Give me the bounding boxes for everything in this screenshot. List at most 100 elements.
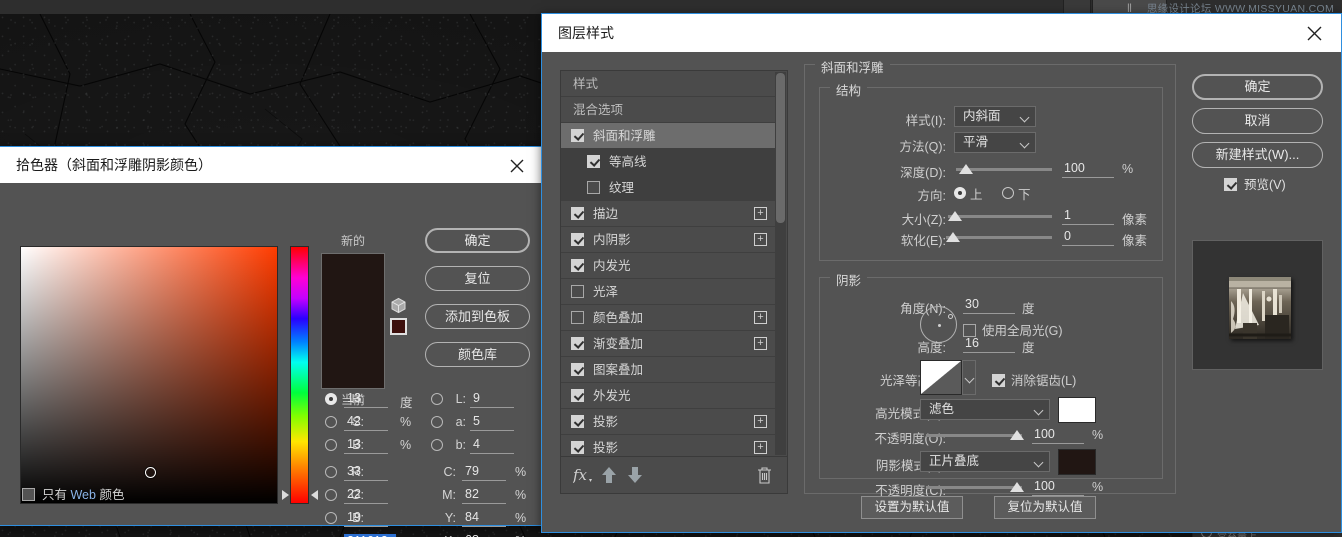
- antialias-checkbox[interactable]: 消除锯齿(L): [992, 370, 1076, 389]
- size-slider-knob[interactable]: [948, 211, 962, 221]
- fx-icon[interactable]: fx: [572, 466, 593, 489]
- shadow-mode-select[interactable]: 正片叠底: [920, 451, 1050, 472]
- close-icon[interactable]: [1295, 14, 1333, 52]
- input-hue[interactable]: 13: [344, 391, 388, 408]
- highlight-opacity-input[interactable]: 100: [1032, 427, 1084, 444]
- soften-input[interactable]: 0: [1062, 229, 1114, 246]
- radio-green[interactable]: [325, 489, 337, 501]
- input-green[interactable]: 22: [344, 487, 388, 504]
- shadow-opacity-input[interactable]: 100: [1032, 479, 1084, 496]
- effect-row[interactable]: 内发光: [561, 253, 775, 279]
- effect-row[interactable]: 斜面和浮雕: [561, 123, 775, 149]
- radio-hue[interactable]: [325, 393, 337, 405]
- size-input[interactable]: 1: [1062, 208, 1114, 225]
- input-blue[interactable]: 19: [344, 510, 388, 527]
- antialias-box[interactable]: [992, 374, 1005, 387]
- preview-box[interactable]: [1224, 178, 1237, 191]
- effect-row[interactable]: 光泽: [561, 279, 775, 305]
- direction-up-radio[interactable]: [954, 187, 966, 199]
- effect-row[interactable]: 描边 +: [561, 201, 775, 227]
- out-of-gamut-swatch[interactable]: [390, 318, 407, 335]
- ok-button[interactable]: 确定: [1192, 74, 1323, 100]
- shadow-color-swatch[interactable]: [1058, 449, 1096, 475]
- effect-checkbox[interactable]: [571, 207, 584, 220]
- reset-button[interactable]: 复位: [425, 266, 530, 291]
- shadow-opacity-track[interactable]: [926, 486, 1022, 489]
- web-colors-only-box[interactable]: [22, 488, 35, 501]
- effect-row[interactable]: 等高线: [561, 149, 775, 175]
- effect-checkbox[interactable]: [571, 259, 584, 272]
- hue-slider[interactable]: [290, 246, 309, 504]
- shadow-opacity-knob[interactable]: [1010, 482, 1024, 492]
- input-lab-l[interactable]: 9: [470, 391, 514, 408]
- add-effect-icon[interactable]: +: [754, 415, 767, 428]
- radio-red[interactable]: [325, 466, 337, 478]
- effect-row[interactable]: 渐变叠加 +: [561, 331, 775, 357]
- effect-row[interactable]: 混合选项: [561, 97, 775, 123]
- reset-default-button[interactable]: 复位为默认值: [994, 496, 1096, 519]
- input-brightness[interactable]: 13: [344, 437, 388, 454]
- size-slider-track[interactable]: [948, 215, 1052, 218]
- input-red[interactable]: 33: [344, 464, 388, 481]
- effect-checkbox[interactable]: [571, 441, 584, 454]
- hue-marker-right[interactable]: [311, 490, 318, 500]
- input-cyan[interactable]: 79: [462, 464, 506, 481]
- effect-checkbox[interactable]: [571, 285, 584, 298]
- input-lab-a[interactable]: 5: [470, 414, 514, 431]
- set-default-button[interactable]: 设置为默认值: [861, 496, 963, 519]
- radio-lab-l[interactable]: [431, 393, 443, 405]
- effects-list[interactable]: 样式 混合选项 斜面和浮雕 等高线 纹理 描边 + 内阴影 + 内发光 光泽 颜色叠加 + 渐变叠加 + 图案…: [561, 71, 775, 455]
- effect-row[interactable]: 图案叠加: [561, 357, 775, 383]
- highlight-color-swatch[interactable]: [1058, 397, 1096, 423]
- angle-dial-handle[interactable]: [948, 314, 953, 319]
- effects-scrollbar[interactable]: [775, 72, 786, 455]
- effect-checkbox[interactable]: [571, 129, 584, 142]
- effect-row[interactable]: 样式: [561, 71, 775, 97]
- effect-checkbox[interactable]: [571, 415, 584, 428]
- effect-checkbox[interactable]: [571, 233, 584, 246]
- arrow-down-icon[interactable]: [627, 466, 643, 489]
- new-style-button[interactable]: 新建样式(W)...: [1192, 142, 1323, 168]
- highlight-opacity-knob[interactable]: [1010, 430, 1024, 440]
- web-colors-only-checkbox[interactable]: 只有 Web 颜色: [22, 484, 124, 503]
- effect-row[interactable]: 投影 +: [561, 409, 775, 435]
- ok-button[interactable]: 确定: [425, 228, 530, 253]
- style-select[interactable]: 内斜面: [954, 106, 1036, 127]
- effect-checkbox[interactable]: [571, 311, 584, 324]
- gloss-contour-preview[interactable]: [920, 360, 962, 395]
- close-icon[interactable]: [498, 147, 536, 185]
- cancel-button[interactable]: 取消: [1192, 108, 1323, 134]
- highlight-mode-select[interactable]: 滤色: [920, 399, 1050, 420]
- effect-checkbox[interactable]: [571, 337, 584, 350]
- sv-cursor[interactable]: [145, 467, 156, 478]
- color-picker-titlebar[interactable]: 拾色器（斜面和浮雕阴影颜色）: [0, 147, 544, 183]
- direction-down-radio[interactable]: [1002, 187, 1014, 199]
- input-saturation[interactable]: 42: [344, 414, 388, 431]
- input-lab-b[interactable]: 4: [470, 437, 514, 454]
- effect-checkbox[interactable]: [587, 155, 600, 168]
- trash-icon[interactable]: [756, 466, 773, 490]
- radio-blue[interactable]: [325, 512, 337, 524]
- layer-style-titlebar[interactable]: 图层样式: [542, 14, 1341, 52]
- soften-slider-track[interactable]: [946, 236, 1052, 239]
- soften-slider-knob[interactable]: [946, 232, 960, 242]
- add-effect-icon[interactable]: +: [754, 311, 767, 324]
- radio-lab-b[interactable]: [431, 439, 443, 451]
- saturation-value-field[interactable]: [20, 246, 278, 504]
- angle-input[interactable]: 30: [963, 297, 1015, 314]
- arrow-up-icon[interactable]: [601, 466, 617, 489]
- effect-row[interactable]: 外发光: [561, 383, 775, 409]
- add-effect-icon[interactable]: +: [754, 233, 767, 246]
- depth-input[interactable]: 100: [1062, 161, 1114, 178]
- hue-marker-left[interactable]: [282, 490, 289, 500]
- color-libraries-button[interactable]: 颜色库: [425, 342, 530, 367]
- effect-row[interactable]: 内阴影 +: [561, 227, 775, 253]
- effect-row[interactable]: 颜色叠加 +: [561, 305, 775, 331]
- current-color-swatch[interactable]: [321, 321, 385, 389]
- ps-document-tab[interactable]: [1063, 0, 1091, 14]
- preview-checkbox[interactable]: 预览(V): [1224, 174, 1286, 193]
- effect-row[interactable]: 纹理: [561, 175, 775, 201]
- add-effect-icon[interactable]: +: [754, 207, 767, 220]
- input-yellow[interactable]: 84: [462, 510, 506, 527]
- radio-lab-a[interactable]: [431, 416, 443, 428]
